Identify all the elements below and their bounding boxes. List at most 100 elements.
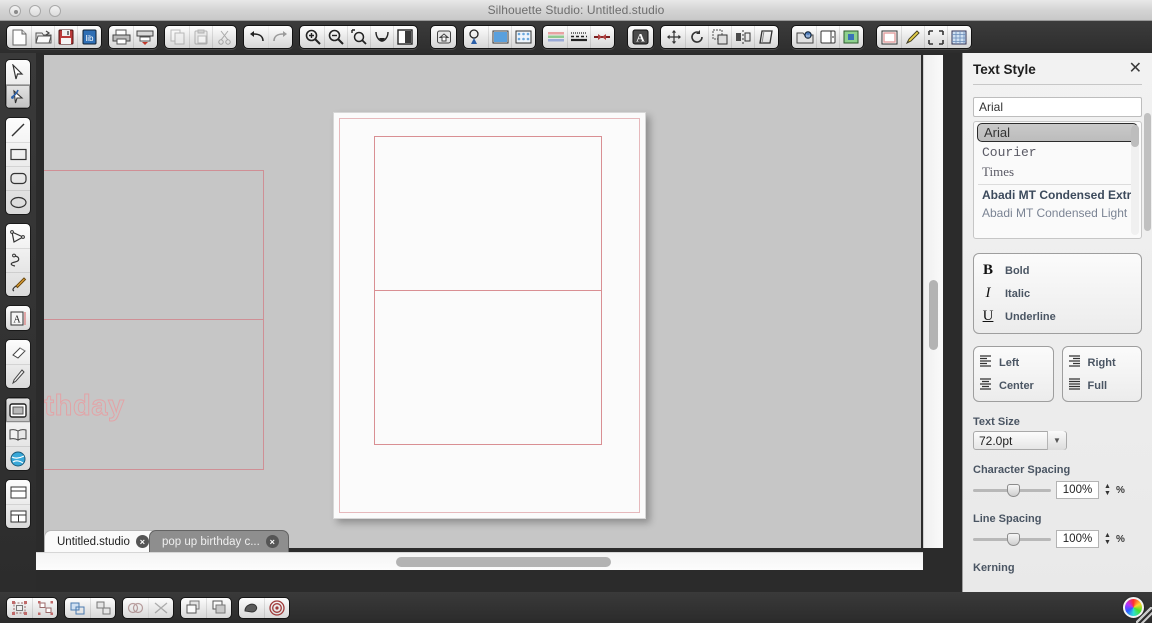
align-center-button[interactable]: Center <box>979 374 1048 397</box>
house-page-icon[interactable] <box>432 26 455 48</box>
rounded-rectangle-icon[interactable] <box>6 166 30 190</box>
page-color-icon[interactable] <box>488 26 511 48</box>
fit-window-icon[interactable] <box>393 26 416 48</box>
slider-knob[interactable] <box>1007 533 1020 546</box>
line-style-icon[interactable] <box>567 26 590 48</box>
zoom-in-icon[interactable] <box>301 26 324 48</box>
close-icon[interactable]: × <box>265 535 279 548</box>
page-layout-icon[interactable] <box>6 480 30 504</box>
rotate-icon[interactable] <box>685 26 708 48</box>
canvas-vertical-scroll-thumb[interactable] <box>929 280 938 350</box>
line-thickness-icon[interactable] <box>590 26 613 48</box>
happy-birthday-text-object[interactable]: Happy Birthday <box>44 390 125 423</box>
compound-path-icon[interactable] <box>65 598 90 618</box>
freehand-pencil-icon[interactable] <box>6 272 30 296</box>
text-tool-icon[interactable]: A <box>6 306 30 330</box>
cursor-arrow-icon[interactable] <box>6 60 30 84</box>
copy-icon[interactable] <box>166 26 189 48</box>
printer-icon[interactable] <box>110 26 133 48</box>
card-shape-left[interactable]: Happy Birthday <box>44 170 264 470</box>
character-spacing-slider[interactable] <box>973 483 1051 497</box>
panel-scrollbar[interactable] <box>1144 113 1151 353</box>
fit-page-icon[interactable] <box>370 26 393 48</box>
document-tab-popup-birthday[interactable]: pop up birthday c... × <box>149 530 289 552</box>
open-book-icon[interactable] <box>6 422 30 446</box>
polygon-icon[interactable] <box>6 224 30 248</box>
font-list-item-abadi-light[interactable]: Abadi MT Condensed Light <box>974 204 1141 222</box>
cutter-icon[interactable] <box>133 26 156 48</box>
eraser-icon[interactable] <box>6 340 30 364</box>
edit-points-icon[interactable] <box>6 84 30 108</box>
store-icon[interactable] <box>816 26 839 48</box>
zoom-selection-icon[interactable] <box>347 26 370 48</box>
line-spacing-input[interactable]: 100% <box>1056 530 1099 548</box>
globe-store-icon[interactable] <box>6 446 30 470</box>
group-icon[interactable] <box>7 598 32 618</box>
line-icon[interactable] <box>6 118 30 142</box>
library-folder-icon[interactable]: M <box>793 26 816 48</box>
card-outline-left-top[interactable] <box>44 170 264 320</box>
character-spacing-stepper[interactable]: ▲ ▼ <box>1104 483 1111 497</box>
fill-color-icon[interactable] <box>544 26 567 48</box>
document-tab-untitled[interactable]: Untitled.studio × <box>44 530 159 552</box>
design-canvas[interactable]: Happy Birthday <box>44 55 921 548</box>
move-arrows-icon[interactable] <box>662 26 685 48</box>
scissors-icon[interactable] <box>212 26 235 48</box>
library-save-icon[interactable]: lib <box>77 26 100 48</box>
canvas-vertical-scrollbar[interactable] <box>923 55 943 548</box>
close-icon[interactable]: × <box>135 535 149 548</box>
ellipse-icon[interactable] <box>6 190 30 214</box>
cut-settings-icon[interactable] <box>465 26 488 48</box>
curve-icon[interactable] <box>6 248 30 272</box>
release-compound-icon[interactable] <box>90 597 115 618</box>
page-view-icon[interactable] <box>878 26 901 48</box>
offset-target-icon[interactable] <box>264 597 289 618</box>
font-list-item-arial[interactable]: Arial <box>977 123 1138 142</box>
line-spacing-slider[interactable] <box>973 532 1051 546</box>
shadow-icon[interactable] <box>239 598 264 618</box>
weld-icon[interactable] <box>123 598 148 618</box>
crop-icon[interactable] <box>924 26 947 48</box>
send-back-icon[interactable] <box>206 597 231 618</box>
panel-scroll-thumb[interactable] <box>1144 113 1151 231</box>
align-justify-button[interactable]: Full <box>1068 374 1137 397</box>
font-list-item-times[interactable]: Times <box>974 162 1141 182</box>
font-name-input[interactable]: Arial <box>973 97 1142 117</box>
save-disk-icon[interactable] <box>54 26 77 48</box>
resize-grip[interactable] <box>1136 607 1152 623</box>
grid-icon[interactable] <box>947 26 970 48</box>
detach-lines-icon[interactable] <box>148 597 173 618</box>
knife-icon[interactable] <box>6 364 30 388</box>
redo-arrow-icon[interactable] <box>268 26 291 48</box>
font-list-scrollbar[interactable] <box>1131 125 1139 235</box>
line-spacing-stepper[interactable]: ▲ ▼ <box>1104 532 1111 546</box>
chevron-down-icon[interactable]: ▼ <box>1047 431 1066 450</box>
bold-button[interactable]: B Bold <box>981 259 1134 282</box>
canvas-horizontal-scroll-thumb[interactable] <box>396 557 611 567</box>
shear-icon[interactable] <box>754 26 777 48</box>
split-view-icon[interactable] <box>6 504 30 528</box>
text-style-a-icon[interactable]: A <box>629 26 652 48</box>
undo-arrow-icon[interactable] <box>245 26 268 48</box>
design-window-icon[interactable] <box>6 398 30 422</box>
italic-button[interactable]: I Italic <box>981 282 1134 305</box>
paste-icon[interactable] <box>189 26 212 48</box>
zoom-out-icon[interactable] <box>324 26 347 48</box>
design-page-icon[interactable] <box>839 26 862 48</box>
text-size-select[interactable]: 72.0pt ▼ <box>973 431 1067 450</box>
font-list[interactable]: Arial Courier Times Abadi MT Condensed E… <box>973 121 1142 239</box>
document-page[interactable] <box>333 112 646 519</box>
ungroup-icon[interactable] <box>32 597 57 618</box>
open-folder-icon[interactable] <box>31 26 54 48</box>
scale-icon[interactable] <box>708 26 731 48</box>
close-icon[interactable]: ✕ <box>1129 61 1142 77</box>
underline-button[interactable]: U Underline <box>981 305 1134 328</box>
align-right-button[interactable]: Right <box>1068 351 1137 374</box>
font-list-scroll-thumb[interactable] <box>1131 125 1139 147</box>
font-list-item-courier[interactable]: Courier <box>974 143 1141 162</box>
font-list-item-abadi-extra[interactable]: Abadi MT Condensed Extra <box>974 186 1141 204</box>
registration-marks-icon[interactable] <box>511 26 534 48</box>
new-document-icon[interactable] <box>8 26 31 48</box>
bring-front-icon[interactable] <box>181 598 206 618</box>
mirror-icon[interactable] <box>731 26 754 48</box>
